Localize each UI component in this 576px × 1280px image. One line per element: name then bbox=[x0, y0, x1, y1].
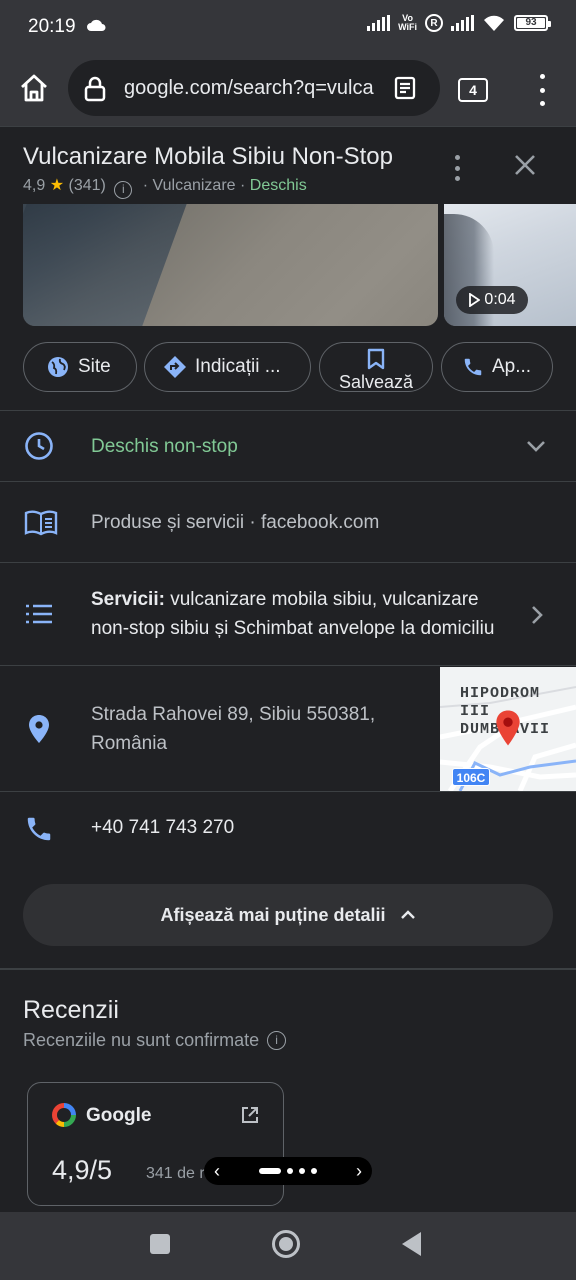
url-text[interactable]: google.com/search?q=vulcanizare bbox=[124, 77, 374, 100]
chevron-left-icon[interactable]: ‹ bbox=[214, 1161, 220, 1182]
url-bar[interactable]: google.com/search?q=vulcanizare bbox=[68, 60, 440, 116]
status-time: 20:19 bbox=[28, 16, 76, 37]
open-external-icon[interactable] bbox=[240, 1105, 260, 1125]
place-title: Vulcanizare Mobila Sibiu Non-Stop bbox=[23, 143, 393, 170]
system-nav-bar bbox=[0, 1212, 576, 1280]
address-text: Strada Rahovei 89, Sibiu 550381, România bbox=[91, 704, 376, 754]
place-subtitle: 4,9 ★ (341) i · Vulcanizare · Deschis bbox=[23, 175, 307, 199]
show-less-details-button[interactable]: Afișează mai puține detalii bbox=[23, 884, 553, 946]
reader-mode-icon[interactable] bbox=[394, 76, 416, 100]
tab-switcher-button[interactable]: 4 bbox=[458, 78, 488, 102]
reviews-title: Recenzii bbox=[23, 996, 119, 1024]
battery-icon: 93 bbox=[514, 15, 551, 31]
signal-icon bbox=[367, 15, 391, 31]
globe-icon bbox=[48, 357, 68, 377]
products-row[interactable]: Produse și servicii · facebook.com bbox=[0, 481, 576, 563]
cloud-icon bbox=[87, 19, 106, 31]
save-label: Salvează bbox=[338, 372, 414, 392]
carousel-dots bbox=[259, 1168, 317, 1174]
video-duration-badge: 0:04 bbox=[456, 286, 528, 314]
address-row[interactable]: Strada Rahovei 89, Sibiu 550381, România… bbox=[0, 665, 576, 792]
chevron-down-icon[interactable] bbox=[526, 439, 546, 453]
clock-icon bbox=[25, 432, 53, 460]
products-text: Produse și servicii · facebook.com bbox=[91, 512, 380, 533]
place-category: Vulcanizare bbox=[152, 177, 236, 194]
services-text: Servicii: vulcanizare mobila sibiu, vulc… bbox=[91, 585, 521, 643]
review-score: 4,9/5 bbox=[52, 1155, 113, 1185]
separator-dot: · bbox=[142, 177, 149, 194]
rating-value: 4,9 bbox=[23, 177, 46, 194]
reviews-count[interactable]: (341) bbox=[69, 177, 106, 194]
directions-label: Indicații ... bbox=[195, 356, 281, 377]
reviews-disclaimer: Recenziile nu sunt confirmate bbox=[23, 1030, 260, 1050]
info-icon[interactable]: i bbox=[114, 181, 133, 199]
phone-row[interactable]: +40 741 743 270 bbox=[0, 791, 576, 871]
home-button[interactable] bbox=[14, 68, 54, 108]
services-label: Servicii: bbox=[91, 589, 165, 610]
map-pin-icon bbox=[496, 710, 520, 746]
home-icon bbox=[21, 74, 47, 102]
back-button[interactable] bbox=[402, 1232, 421, 1256]
road-shield: 106C bbox=[452, 768, 490, 786]
recents-button[interactable] bbox=[150, 1234, 170, 1254]
vowifi-icon: Vo WiFi bbox=[398, 13, 417, 32]
website-label: Site bbox=[78, 356, 111, 377]
open-status: Deschis bbox=[249, 177, 307, 194]
hours-row[interactable]: Deschis non-stop bbox=[0, 410, 576, 482]
website-button[interactable]: Site bbox=[23, 342, 137, 392]
section-divider bbox=[0, 968, 576, 970]
services-row[interactable]: Servicii: vulcanizare mobila sibiu, vulc… bbox=[0, 562, 576, 666]
status-bar: 20:19 Vo WiFi R 93 bbox=[0, 0, 576, 54]
directions-button[interactable]: Indicații ... bbox=[144, 342, 311, 392]
separator-dot: · bbox=[240, 177, 246, 194]
browser-menu-button[interactable] bbox=[528, 74, 556, 106]
show-less-label: Afișează mai puține detalii bbox=[160, 904, 386, 925]
menu-book-icon bbox=[24, 510, 58, 536]
location-pin-icon bbox=[29, 715, 49, 743]
lock-icon[interactable] bbox=[84, 76, 106, 102]
place-photo[interactable] bbox=[23, 204, 438, 326]
info-icon[interactable]: i bbox=[267, 1031, 287, 1050]
review-source: Google bbox=[86, 1105, 152, 1126]
place-header: Vulcanizare Mobila Sibiu Non-Stop 4,9 ★ … bbox=[0, 126, 576, 204]
video-duration: 0:04 bbox=[484, 291, 516, 308]
close-icon[interactable] bbox=[512, 152, 538, 178]
wifi-icon bbox=[484, 15, 504, 31]
phone-number: +40 741 743 270 bbox=[91, 817, 235, 838]
directions-icon bbox=[164, 356, 186, 378]
more-options-button[interactable] bbox=[452, 155, 462, 181]
hours-text: Deschis non-stop bbox=[91, 436, 238, 457]
bookmark-icon bbox=[367, 348, 385, 370]
chevron-up-icon bbox=[400, 910, 415, 919]
call-button[interactable]: Ap... bbox=[441, 342, 553, 392]
star-icon: ★ bbox=[49, 177, 65, 194]
save-button[interactable]: Salvează bbox=[319, 342, 433, 392]
phone-icon bbox=[27, 817, 51, 841]
battery-level: 93 bbox=[517, 18, 545, 28]
photo-strip[interactable]: 0:04 bbox=[0, 204, 576, 326]
phone-icon bbox=[464, 358, 482, 376]
carousel-control[interactable]: ‹ › bbox=[204, 1157, 372, 1185]
list-icon bbox=[26, 604, 52, 624]
mini-map[interactable]: HIPODROM IIIDUMBRĂVII 106C bbox=[440, 667, 576, 791]
chevron-right-icon[interactable] bbox=[530, 605, 544, 625]
roaming-icon: R bbox=[425, 14, 443, 32]
reviews-subtitle: Recenziile nu sunt confirmate i bbox=[23, 1030, 287, 1051]
browser-toolbar: google.com/search?q=vulcanizare 4 bbox=[0, 54, 576, 126]
signal-icon-2 bbox=[451, 15, 474, 31]
call-label: Ap... bbox=[492, 356, 532, 377]
home-nav-button[interactable] bbox=[272, 1230, 300, 1258]
status-icons: Vo WiFi R 93 bbox=[367, 13, 551, 32]
google-reviews-card[interactable]: Google 4,9/5 341 de recenzii bbox=[27, 1082, 284, 1206]
chevron-right-icon[interactable]: › bbox=[356, 1161, 362, 1182]
play-icon bbox=[469, 293, 481, 307]
google-logo-icon bbox=[52, 1103, 76, 1127]
